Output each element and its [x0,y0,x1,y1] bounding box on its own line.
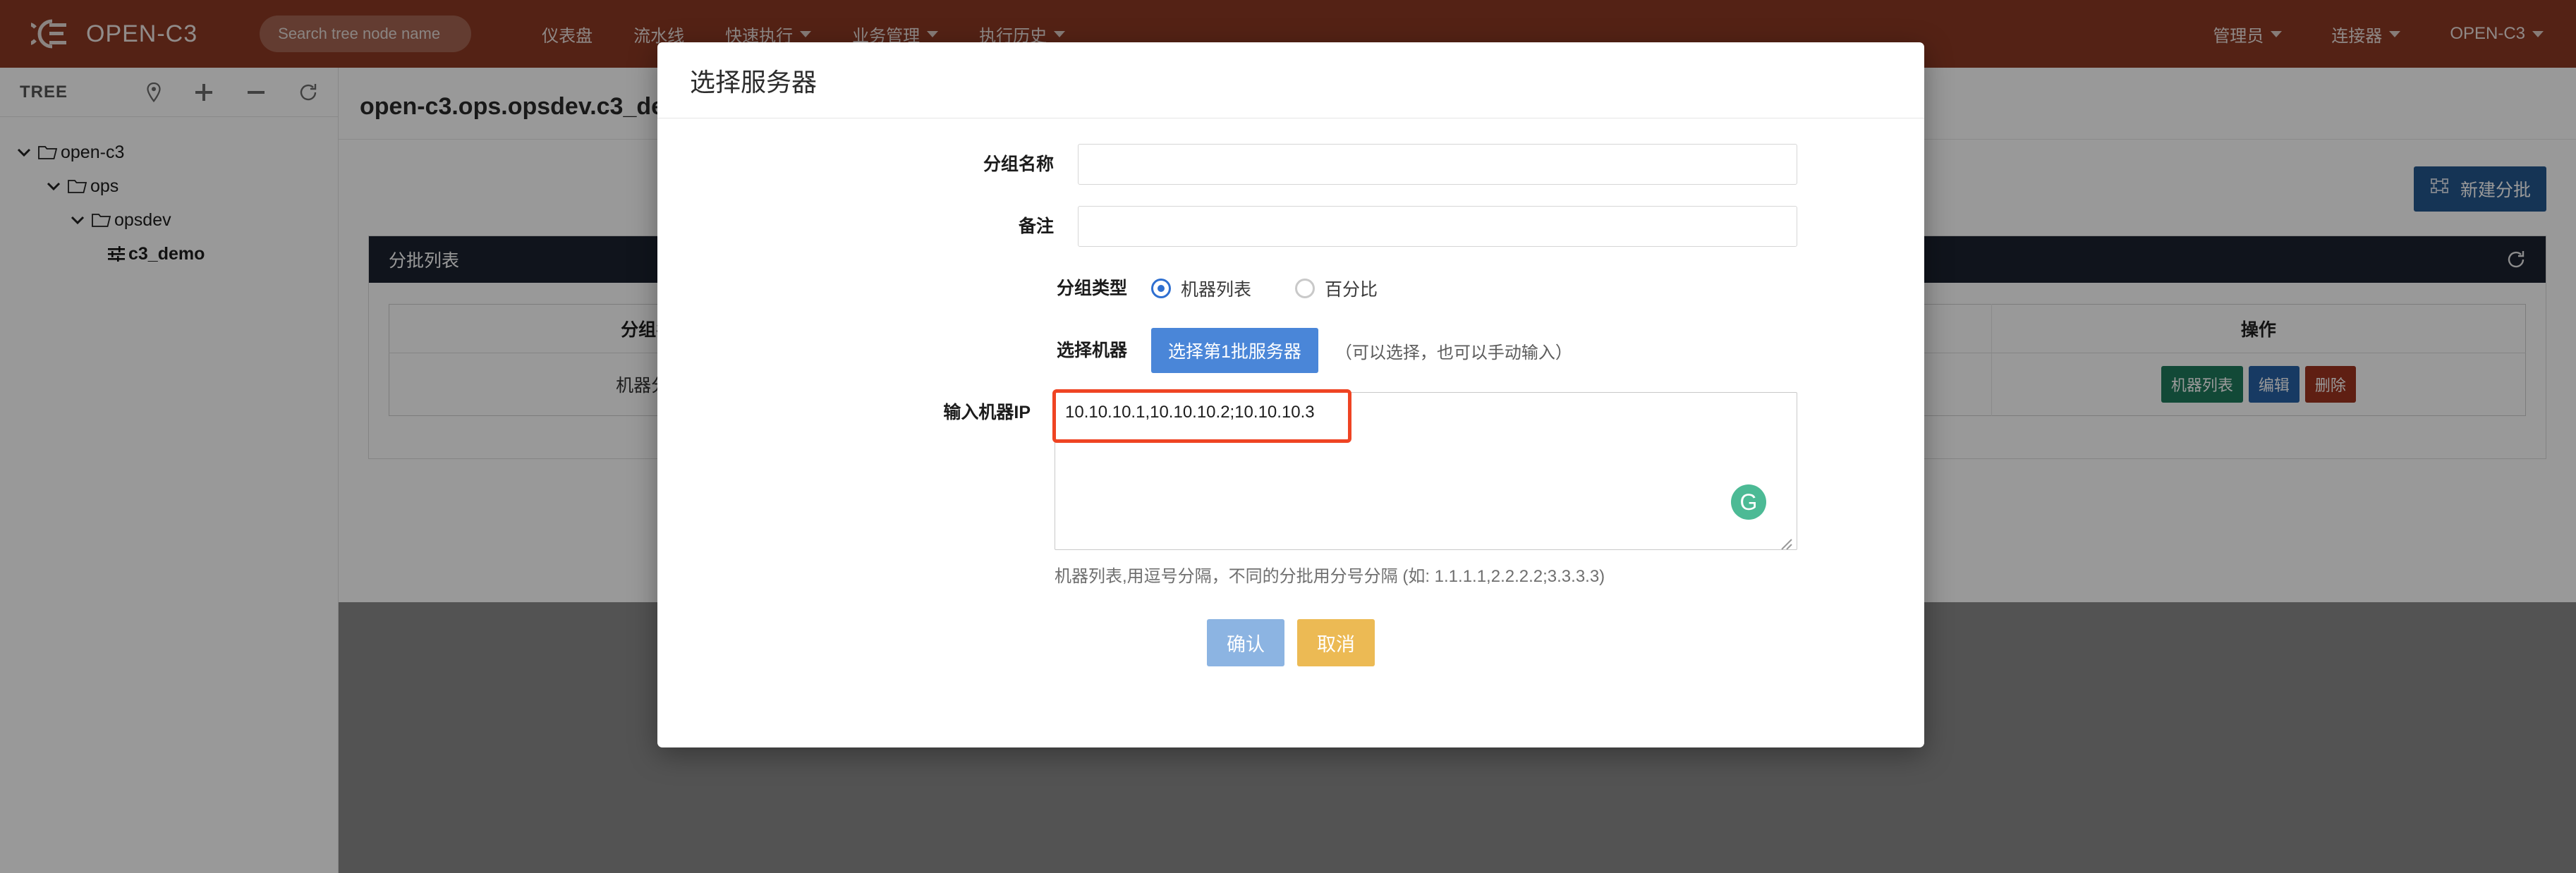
modal-footer: 确认 取消 [657,619,1924,666]
modal-header: 选择服务器 [657,42,1924,118]
select-machine-hint: （可以选择，也可以手动输入） [1335,338,1572,363]
machine-ip-hint: 机器列表,用逗号分隔，不同的分批用分号分隔 (如: 1.1.1.1,2.2.2.… [1055,562,1797,587]
label-remark: 备注 [657,206,1078,247]
radio-option-machine-list[interactable]: 机器列表 [1151,276,1251,301]
grammarly-icon[interactable]: G [1731,484,1766,520]
label-select-machine: 选择机器 [657,330,1151,371]
cancel-button[interactable]: 取消 [1297,619,1375,666]
modal-title: 选择服务器 [690,62,817,99]
modal-body: 分组名称 备注 分组类型 机器列表 [657,118,1924,666]
confirm-button[interactable]: 确认 [1207,619,1284,666]
label-group-type: 分组类型 [657,268,1151,309]
grammarly-letter: G [1740,489,1758,515]
group-name-input[interactable] [1078,144,1797,185]
radio-label: 百分比 [1325,276,1378,301]
field-row-select-machine: 选择机器 选择第1批服务器 （可以选择，也可以手动输入） [657,330,1924,371]
label-machine-ip: 输入机器IP [657,392,1055,433]
radio-selected-icon [1151,279,1171,298]
field-row-remark: 备注 [657,206,1924,247]
select-server-modal: 选择服务器 分组名称 备注 分组类型 [657,42,1924,747]
remark-input[interactable] [1078,206,1797,247]
radio-option-percentage[interactable]: 百分比 [1295,276,1378,301]
group-type-radio-group: 机器列表 百分比 [1151,268,1797,309]
field-row-group-type: 分组类型 机器列表 百分比 [657,268,1924,309]
label-group-name: 分组名称 [657,144,1078,185]
field-row-machine-ip: 输入机器IP G 机器列表,用逗号分隔，不同的分批用分号分隔 (如: 1. [657,392,1924,587]
machine-ip-textarea[interactable] [1055,392,1797,550]
radio-unselected-icon [1295,279,1315,298]
page-root: OPEN-C3 仪表盘 流水线 快速执行 业务管理 执行历史 [0,0,2576,873]
field-row-group-name: 分组名称 [657,144,1924,185]
radio-label: 机器列表 [1181,276,1251,301]
select-batch1-server-button[interactable]: 选择第1批服务器 [1151,328,1318,373]
